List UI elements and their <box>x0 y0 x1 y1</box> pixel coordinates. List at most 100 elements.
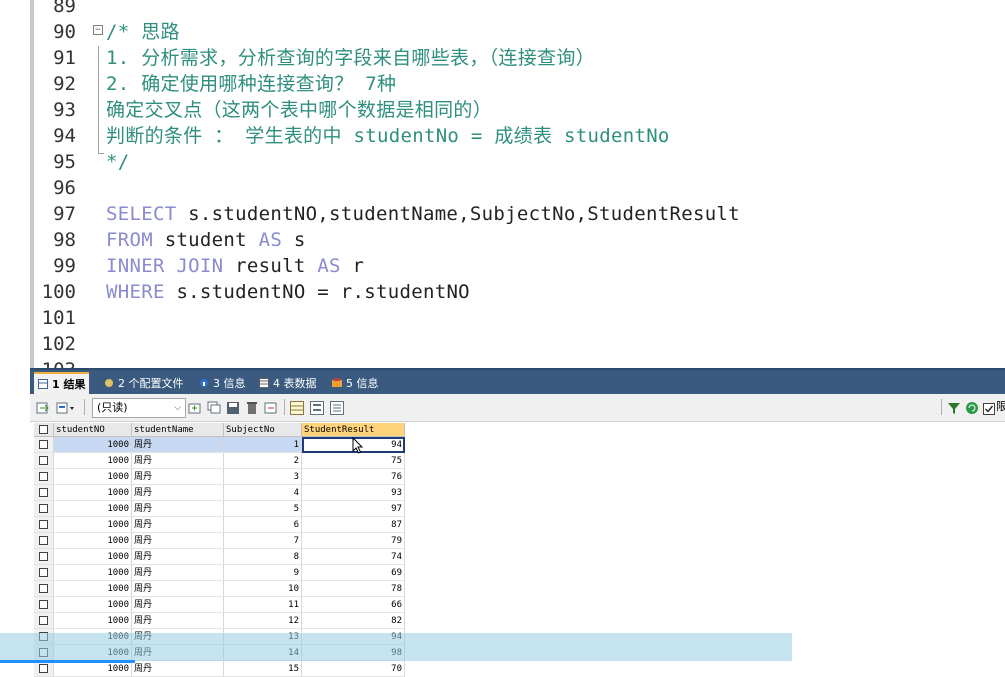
delete-icon[interactable] <box>245 400 259 414</box>
cell-studentno[interactable]: 1000 <box>54 469 132 485</box>
cell-studentno[interactable]: 1000 <box>54 597 132 613</box>
cell-subjectno[interactable]: 9 <box>224 565 302 581</box>
cell-studentno[interactable]: 1000 <box>54 581 132 597</box>
cell-studentname[interactable]: 周丹 <box>132 517 224 533</box>
cell-studentname[interactable]: 周丹 <box>132 533 224 549</box>
cell-studentname[interactable]: 周丹 <box>132 437 224 453</box>
cell-studentname[interactable]: 周丹 <box>132 485 224 501</box>
tab-table-data[interactable]: 4 表数据 <box>255 373 321 394</box>
cell-subjectno[interactable]: 4 <box>224 485 302 501</box>
cell-subjectno[interactable]: 6 <box>224 517 302 533</box>
column-header-studentresult[interactable]: StudentResult <box>302 423 405 437</box>
row-checkbox[interactable] <box>39 552 48 561</box>
code-line[interactable]: 93 确定交叉点（这两个表中哪个数据是相同的） <box>0 97 1005 123</box>
limit-checkbox[interactable] <box>983 400 997 415</box>
cell-studentresult[interactable]: 76 <box>302 469 405 485</box>
code-line[interactable]: 96 <box>0 175 1005 201</box>
cell-studentresult[interactable]: 74 <box>302 549 405 565</box>
row-checkbox[interactable] <box>39 472 48 481</box>
add-row-icon[interactable] <box>188 400 202 414</box>
row-select-cell[interactable] <box>34 533 54 549</box>
code-line[interactable]: 98 FROM student AS s <box>0 227 1005 253</box>
code-line[interactable]: 102 <box>0 331 1005 357</box>
row-checkbox[interactable] <box>39 488 48 497</box>
table-row[interactable]: 1000 周丹 10 78 <box>34 581 414 597</box>
table-row[interactable]: 1000 周丹 3 76 <box>34 469 414 485</box>
cell-subjectno[interactable]: 10 <box>224 581 302 597</box>
code-line[interactable]: 101 <box>0 305 1005 331</box>
table-row[interactable]: 1000 周丹 2 75 <box>34 453 414 469</box>
table-row[interactable]: 1000 周丹 11 66 <box>34 597 414 613</box>
code-line[interactable]: 99 INNER JOIN result AS r <box>0 253 1005 279</box>
row-checkbox[interactable] <box>39 440 48 449</box>
cell-studentname[interactable]: 周丹 <box>132 453 224 469</box>
reset-filter-icon[interactable] <box>965 400 979 414</box>
sql-editor[interactable]: 89 90−/* 思路 91 1. 分析需求，分析查询的字段来自哪些表，（连接查询） 9… <box>0 0 1005 368</box>
cell-studentresult[interactable]: 79 <box>302 533 405 549</box>
code-line[interactable]: 95 */ <box>0 149 1005 175</box>
row-checkbox[interactable] <box>39 616 48 625</box>
cell-subjectno[interactable]: 2 <box>224 453 302 469</box>
readonly-select[interactable]: (只读) ⌵ <box>92 398 186 418</box>
row-select-cell[interactable] <box>34 469 54 485</box>
row-checkbox[interactable] <box>39 520 48 529</box>
export-icon[interactable] <box>36 400 50 414</box>
cell-studentresult[interactable]: 75 <box>302 453 405 469</box>
cell-studentname[interactable]: 周丹 <box>132 501 224 517</box>
column-header-studentname[interactable]: studentName <box>132 423 224 437</box>
cell-studentno[interactable]: 1000 <box>54 453 132 469</box>
table-row[interactable]: 1000 周丹 7 79 <box>34 533 414 549</box>
form-view-icon[interactable] <box>310 400 324 415</box>
table-row[interactable]: 1000 周丹 12 82 <box>34 613 414 629</box>
cell-subjectno[interactable]: 12 <box>224 613 302 629</box>
refresh-icon[interactable] <box>264 400 278 414</box>
row-select-cell[interactable] <box>34 517 54 533</box>
column-header-studentno[interactable]: studentNO <box>54 423 132 437</box>
table-row[interactable]: 1000 周丹 8 74 <box>34 549 414 565</box>
import-dropdown-icon[interactable] <box>56 400 74 414</box>
cell-studentname[interactable]: 周丹 <box>132 613 224 629</box>
code-line[interactable]: 89 <box>0 0 1005 19</box>
tab-results[interactable]: 1 结果 <box>34 372 90 395</box>
select-all-header[interactable] <box>34 423 54 437</box>
row-select-cell[interactable] <box>34 501 54 517</box>
cell-subjectno[interactable]: 1 <box>224 437 302 453</box>
table-row[interactable]: 1000 周丹 4 93 <box>34 485 414 501</box>
cell-studentno[interactable]: 1000 <box>54 517 132 533</box>
cell-studentno[interactable]: 1000 <box>54 565 132 581</box>
row-select-cell[interactable] <box>34 565 54 581</box>
table-row[interactable]: 1000 周丹 6 87 <box>34 517 414 533</box>
cell-subjectno[interactable]: 3 <box>224 469 302 485</box>
cell-studentresult[interactable]: 93 <box>302 485 405 501</box>
table-row[interactable]: 1000 周丹 9 69 <box>34 565 414 581</box>
cell-studentname[interactable]: 周丹 <box>132 469 224 485</box>
row-checkbox[interactable] <box>39 600 48 609</box>
row-select-cell[interactable] <box>34 581 54 597</box>
save-icon[interactable] <box>226 400 240 414</box>
cell-studentname[interactable]: 周丹 <box>132 597 224 613</box>
cell-studentno[interactable]: 1000 <box>54 437 132 453</box>
cell-studentresult[interactable]: 97 <box>302 501 405 517</box>
row-checkbox[interactable] <box>39 536 48 545</box>
row-select-cell[interactable] <box>34 549 54 565</box>
row-select-cell[interactable] <box>34 437 54 453</box>
cell-subjectno[interactable]: 5 <box>224 501 302 517</box>
code-line[interactable]: 97 SELECT s.studentNO,studentName,Subject… <box>0 201 1005 227</box>
code-line[interactable]: 92 2. 确定使用哪种连接查询？ 7种 <box>0 71 1005 97</box>
cell-studentresult[interactable]: 82 <box>302 613 405 629</box>
tab-messages[interactable]: 5 信息 <box>328 373 383 394</box>
code-line[interactable]: 103 <box>0 357 1005 368</box>
row-checkbox[interactable] <box>39 568 48 577</box>
row-select-cell[interactable] <box>34 453 54 469</box>
row-select-cell[interactable] <box>34 485 54 501</box>
tab-info[interactable]: 3 信息 <box>195 373 250 394</box>
row-checkbox[interactable] <box>39 664 48 673</box>
filter-icon[interactable] <box>947 400 961 414</box>
cell-subjectno[interactable]: 11 <box>224 597 302 613</box>
cell-studentresult[interactable]: 69 <box>302 565 405 581</box>
grid-view-icon[interactable] <box>290 400 304 415</box>
cell-studentno[interactable]: 1000 <box>54 613 132 629</box>
cell-studentno[interactable]: 1000 <box>54 485 132 501</box>
select-all-checkbox[interactable] <box>39 425 48 434</box>
column-header-subjectno[interactable]: SubjectNo <box>224 423 302 437</box>
